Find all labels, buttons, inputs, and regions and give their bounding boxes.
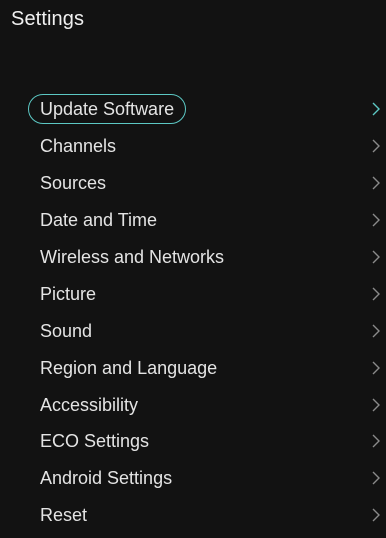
menu-item-label: Accessibility	[40, 394, 139, 415]
chevron-right-icon	[369, 359, 383, 377]
menu-item-wireless-and-networks[interactable]: Wireless and Networks	[0, 239, 386, 276]
chevron-right-icon	[369, 100, 383, 118]
settings-menu: Update Software Channels Sources Date an…	[0, 91, 386, 534]
chevron-right-icon	[369, 137, 383, 155]
settings-panel: Settings Update Software Channels Source…	[0, 0, 386, 538]
menu-item-label: Picture	[40, 283, 97, 304]
menu-item-label: Channels	[40, 136, 117, 157]
menu-item-region-and-language[interactable]: Region and Language	[0, 349, 386, 386]
menu-item-eco-settings[interactable]: ECO Settings	[0, 423, 386, 460]
menu-item-label: Update Software	[28, 94, 187, 125]
chevron-right-icon	[369, 432, 383, 450]
chevron-right-icon	[369, 285, 383, 303]
menu-item-update-software[interactable]: Update Software	[0, 91, 386, 128]
menu-item-label: Sound	[40, 320, 93, 341]
menu-item-label: Reset	[40, 505, 88, 526]
chevron-right-icon	[369, 396, 383, 414]
menu-item-reset[interactable]: Reset	[0, 497, 386, 534]
menu-item-label: ECO Settings	[40, 431, 150, 452]
menu-item-label: Android Settings	[40, 468, 173, 489]
menu-item-label: Wireless and Networks	[40, 247, 225, 267]
chevron-right-icon	[369, 469, 383, 487]
menu-item-android-settings[interactable]: Android Settings	[0, 460, 386, 497]
menu-item-channels[interactable]: Channels	[0, 128, 386, 165]
chevron-right-icon	[369, 174, 383, 192]
menu-item-date-and-time[interactable]: Date and Time	[0, 202, 386, 239]
chevron-right-icon	[369, 248, 383, 266]
menu-item-label: Sources	[40, 173, 107, 194]
chevron-right-icon	[369, 322, 383, 340]
chevron-right-icon	[369, 506, 383, 524]
menu-item-accessibility[interactable]: Accessibility	[0, 386, 386, 423]
menu-item-picture[interactable]: Picture	[0, 275, 386, 312]
chevron-right-icon	[369, 211, 383, 229]
menu-item-sources[interactable]: Sources	[0, 165, 386, 202]
menu-item-sound[interactable]: Sound	[0, 312, 386, 349]
page-title: Settings	[11, 8, 85, 30]
menu-item-label: Date and Time	[40, 210, 158, 231]
menu-item-label: Region and Language	[40, 357, 218, 378]
